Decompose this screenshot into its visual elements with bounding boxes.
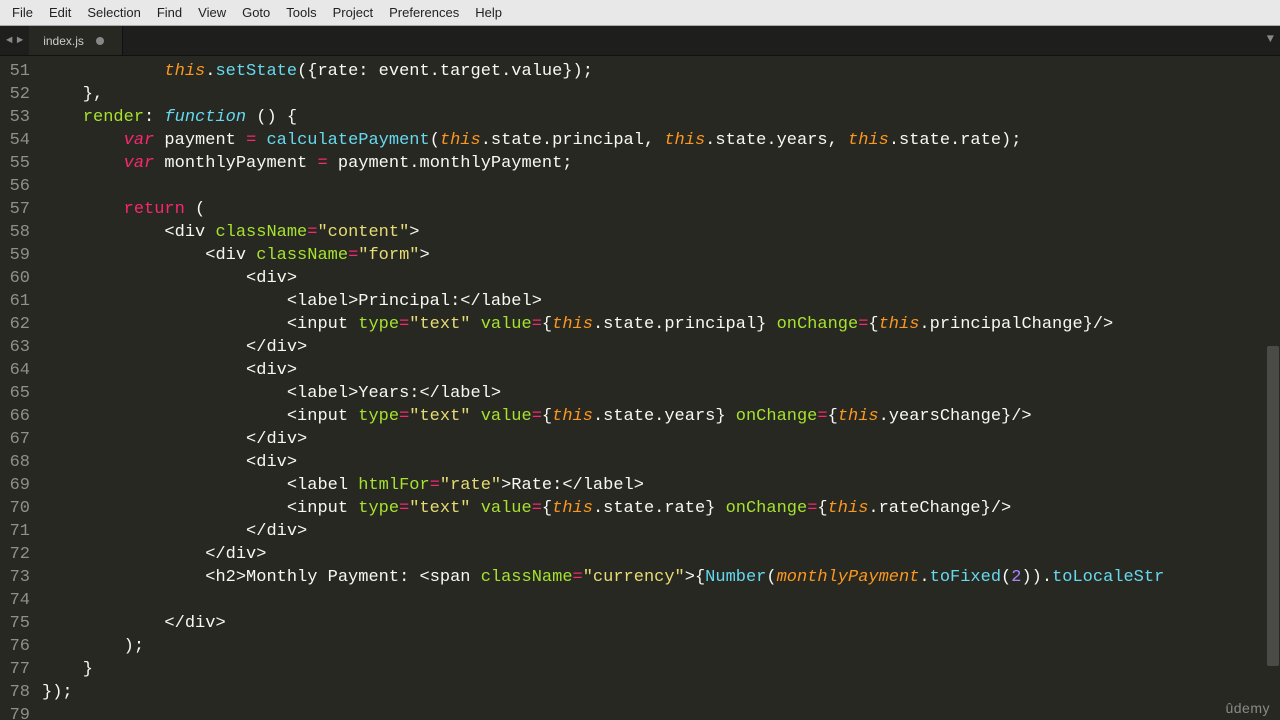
line-number: 61 bbox=[6, 290, 30, 313]
line-number: 52 bbox=[6, 83, 30, 106]
code-line[interactable]: var monthlyPayment = payment.monthlyPaym… bbox=[42, 152, 1280, 175]
line-number: 64 bbox=[6, 359, 30, 382]
line-number: 55 bbox=[6, 152, 30, 175]
tab-bar: ◄ ► index.js ▼ bbox=[0, 26, 1280, 56]
line-number: 67 bbox=[6, 428, 30, 451]
line-number: 73 bbox=[6, 566, 30, 589]
tab-dropdown-icon[interactable]: ▼ bbox=[1267, 32, 1274, 46]
menu-file[interactable]: File bbox=[4, 2, 41, 23]
line-number: 57 bbox=[6, 198, 30, 221]
code-line[interactable]: <div> bbox=[42, 359, 1280, 382]
code-line[interactable]: <div className="form"> bbox=[42, 244, 1280, 267]
line-number: 75 bbox=[6, 612, 30, 635]
menu-project[interactable]: Project bbox=[325, 2, 381, 23]
code-line[interactable]: </div> bbox=[42, 428, 1280, 451]
line-number: 69 bbox=[6, 474, 30, 497]
code-line[interactable]: }, bbox=[42, 83, 1280, 106]
code-line[interactable]: ); bbox=[42, 635, 1280, 658]
line-number: 74 bbox=[6, 589, 30, 612]
code-line[interactable] bbox=[42, 589, 1280, 612]
menu-selection[interactable]: Selection bbox=[79, 2, 148, 23]
code-line[interactable]: <div> bbox=[42, 267, 1280, 290]
line-number: 77 bbox=[6, 658, 30, 681]
tab-index-js[interactable]: index.js bbox=[29, 26, 123, 55]
code-line[interactable]: </div> bbox=[42, 336, 1280, 359]
editor: 5152535455565758596061626364656667686970… bbox=[0, 56, 1280, 720]
line-number: 62 bbox=[6, 313, 30, 336]
code-line[interactable]: <h2>Monthly Payment: <span className="cu… bbox=[42, 566, 1280, 589]
line-number: 76 bbox=[6, 635, 30, 658]
code-line[interactable]: this.setState({rate: event.target.value}… bbox=[42, 60, 1280, 83]
vertical-scrollbar[interactable] bbox=[1266, 56, 1280, 720]
code-line[interactable]: } bbox=[42, 658, 1280, 681]
watermark: ûdemy bbox=[1225, 700, 1270, 716]
code-line[interactable]: render: function () { bbox=[42, 106, 1280, 129]
code-line[interactable]: }); bbox=[42, 681, 1280, 704]
code-line[interactable]: <input type="text" value={this.state.pri… bbox=[42, 313, 1280, 336]
code-line[interactable] bbox=[42, 175, 1280, 198]
line-number: 51 bbox=[6, 60, 30, 83]
code-line[interactable]: </div> bbox=[42, 520, 1280, 543]
line-number: 68 bbox=[6, 451, 30, 474]
code-line[interactable]: <div> bbox=[42, 451, 1280, 474]
line-number: 70 bbox=[6, 497, 30, 520]
code-line[interactable]: <label htmlFor="rate">Rate:</label> bbox=[42, 474, 1280, 497]
menu-edit[interactable]: Edit bbox=[41, 2, 79, 23]
menu-tools[interactable]: Tools bbox=[278, 2, 324, 23]
line-number: 79 bbox=[6, 704, 30, 720]
code-line[interactable]: <input type="text" value={this.state.rat… bbox=[42, 497, 1280, 520]
line-number: 78 bbox=[6, 681, 30, 704]
code-line[interactable]: <label>Years:</label> bbox=[42, 382, 1280, 405]
line-number: 59 bbox=[6, 244, 30, 267]
menu-preferences[interactable]: Preferences bbox=[381, 2, 467, 23]
menu-help[interactable]: Help bbox=[467, 2, 510, 23]
scrollbar-thumb[interactable] bbox=[1267, 346, 1279, 666]
line-number: 53 bbox=[6, 106, 30, 129]
code-line[interactable]: var payment = calculatePayment(this.stat… bbox=[42, 129, 1280, 152]
line-number: 65 bbox=[6, 382, 30, 405]
line-number-gutter: 5152535455565758596061626364656667686970… bbox=[0, 56, 42, 720]
line-number: 60 bbox=[6, 267, 30, 290]
code-line[interactable] bbox=[42, 704, 1280, 720]
code-line[interactable]: <div className="content"> bbox=[42, 221, 1280, 244]
menu-goto[interactable]: Goto bbox=[234, 2, 278, 23]
menu-find[interactable]: Find bbox=[149, 2, 190, 23]
menu-view[interactable]: View bbox=[190, 2, 234, 23]
line-number: 71 bbox=[6, 520, 30, 543]
code-line[interactable]: return ( bbox=[42, 198, 1280, 221]
line-number: 56 bbox=[6, 175, 30, 198]
tab-nav: ◄ ► bbox=[0, 26, 29, 55]
code-area[interactable]: this.setState({rate: event.target.value}… bbox=[42, 56, 1280, 720]
tab-label: index.js bbox=[43, 34, 84, 48]
code-line[interactable]: <input type="text" value={this.state.yea… bbox=[42, 405, 1280, 428]
code-line[interactable]: <label>Principal:</label> bbox=[42, 290, 1280, 313]
dirty-indicator-icon bbox=[96, 37, 104, 45]
code-line[interactable]: </div> bbox=[42, 543, 1280, 566]
line-number: 54 bbox=[6, 129, 30, 152]
menubar: FileEditSelectionFindViewGotoToolsProjec… bbox=[0, 0, 1280, 26]
code-line[interactable]: </div> bbox=[42, 612, 1280, 635]
line-number: 58 bbox=[6, 221, 30, 244]
line-number: 66 bbox=[6, 405, 30, 428]
tab-nav-right-icon[interactable]: ► bbox=[15, 35, 26, 47]
tab-nav-left-icon[interactable]: ◄ bbox=[4, 35, 15, 47]
line-number: 63 bbox=[6, 336, 30, 359]
line-number: 72 bbox=[6, 543, 30, 566]
